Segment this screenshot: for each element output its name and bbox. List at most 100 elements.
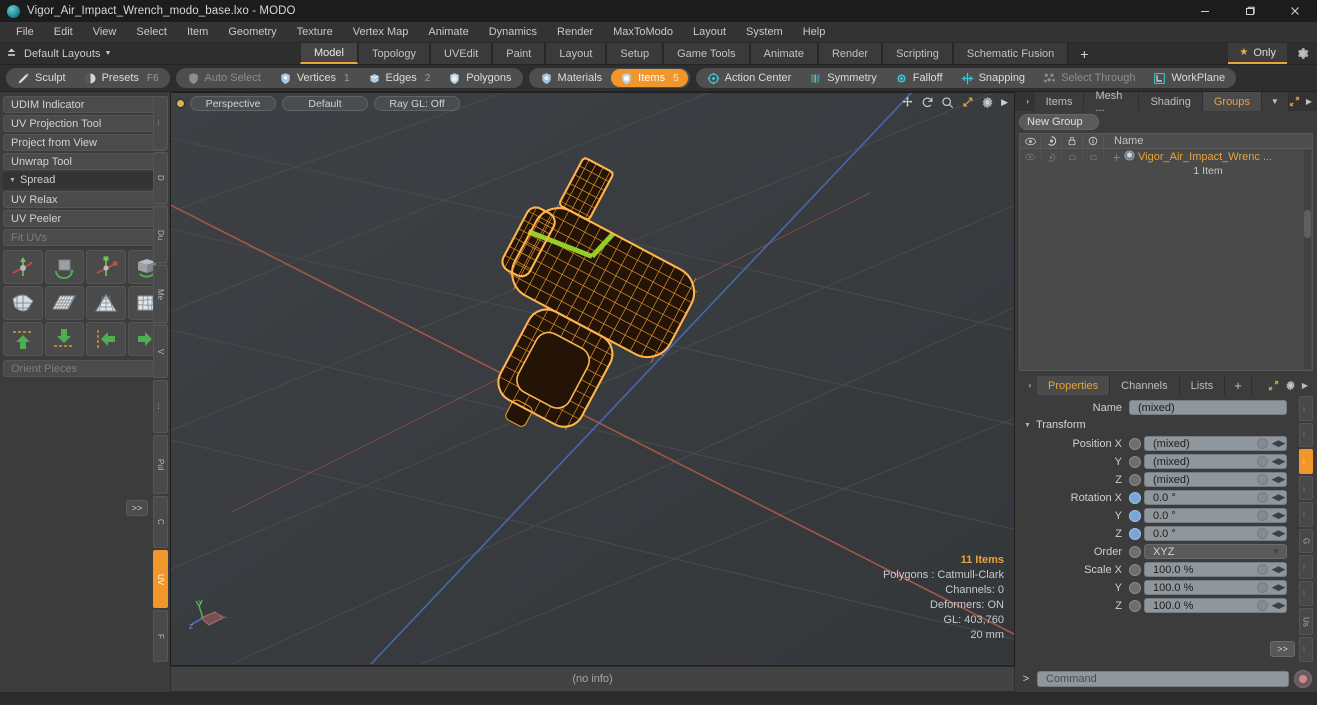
layout-tab-layout[interactable]: Layout: [545, 43, 607, 64]
layout-tab-game-tools[interactable]: Game Tools: [663, 43, 750, 64]
right-tab-shading[interactable]: Shading: [1139, 92, 1203, 111]
toolbar-button-select-through[interactable]: Select Through: [1034, 69, 1144, 87]
lock-icon[interactable]: [1062, 133, 1083, 149]
property-mini-knob[interactable]: [1257, 582, 1268, 593]
toolbar-button-auto-select[interactable]: Auto Select: [178, 69, 270, 87]
menu-item-select[interactable]: Select: [126, 22, 177, 43]
property-value-field[interactable]: 0.0 ° ◀▶: [1144, 490, 1287, 505]
menu-item-item[interactable]: Item: [177, 22, 218, 43]
menu-item-render[interactable]: Render: [547, 22, 603, 43]
viewport-raygl-toggle[interactable]: Ray GL: Off: [374, 95, 460, 111]
toolbar-button-symmetry[interactable]: Symmetry: [800, 69, 886, 87]
expand-plus-icon[interactable]: ＋: [1112, 151, 1121, 164]
viewport-active-indicator[interactable]: [177, 99, 184, 107]
property-mini-knob[interactable]: [1257, 510, 1268, 521]
left-vtab-more-5[interactable]: ...: [153, 379, 168, 434]
toolbar-button-action-center[interactable]: Action Center: [698, 69, 801, 87]
name-field[interactable]: (mixed): [1129, 400, 1287, 415]
item-list-scrollbar[interactable]: [1304, 150, 1311, 369]
property-value-field[interactable]: 100.0 % ◀▶: [1144, 580, 1287, 595]
close-icon[interactable]: [1272, 0, 1317, 22]
toolbar-button-snapping[interactable]: Snapping: [952, 69, 1035, 87]
property-stepper[interactable]: ◀▶: [1271, 472, 1286, 487]
viewport-3d[interactable]: Perspective Default Ray GL: Off ▶ 11 Ite…: [170, 92, 1015, 666]
properties-more-button[interactable]: >>: [1270, 641, 1295, 657]
uv-grid-icon[interactable]: [44, 286, 84, 320]
left-panel-uv-relax[interactable]: UV Relax: [3, 191, 167, 208]
right-vtab-us[interactable]: Us: [1299, 607, 1313, 636]
property-value-field[interactable]: (mixed) ◀▶: [1144, 472, 1287, 487]
left-vtab-pol[interactable]: Pol: [153, 435, 168, 494]
properties-tab-lists[interactable]: Lists: [1179, 376, 1226, 395]
left-vtab-c[interactable]: C: [153, 495, 168, 549]
right-vtab-more-3[interactable]: ...: [1299, 475, 1313, 501]
property-channel-knob[interactable]: [1129, 581, 1141, 594]
property-mini-knob[interactable]: [1257, 474, 1268, 485]
toolbar-button-presets[interactable]: Presets F6: [75, 69, 168, 87]
property-value-field[interactable]: 0.0 ° ◀▶: [1144, 508, 1287, 523]
menu-item-layout[interactable]: Layout: [683, 22, 736, 43]
command-input[interactable]: Command: [1037, 671, 1289, 687]
orient-pieces-button[interactable]: Orient Pieces: [3, 360, 167, 377]
eye-icon[interactable]: [1020, 133, 1041, 149]
minimize-icon[interactable]: [1182, 0, 1227, 22]
right-vtab-more-2[interactable]: ...: [1299, 449, 1313, 474]
rotate-icon[interactable]: [921, 96, 934, 109]
left-panel-uv-peeler[interactable]: UV Peeler: [3, 210, 167, 227]
property-mini-knob[interactable]: [1257, 528, 1268, 539]
property-stepper[interactable]: ◀▶: [1271, 598, 1286, 613]
right-tab-items[interactable]: Items: [1034, 92, 1085, 111]
uv-scale-icon[interactable]: [86, 250, 126, 284]
layout-tab-render[interactable]: Render: [817, 43, 883, 64]
layout-tab-setup[interactable]: Setup: [606, 43, 664, 64]
layout-tab-topology[interactable]: Topology: [357, 43, 431, 64]
properties-menu-icon[interactable]: ◗: [1023, 376, 1037, 395]
property-value-field[interactable]: 100.0 % ◀▶: [1144, 562, 1287, 577]
left-vtab-me[interactable]: Me: [153, 265, 168, 324]
only-toggle-button[interactable]: ★ Only: [1228, 43, 1287, 64]
viewport-settings-icon[interactable]: [981, 96, 994, 109]
left-vtab-d[interactable]: D: [153, 151, 168, 205]
toolbar-button-workplane[interactable]: WorkPlane: [1144, 69, 1234, 87]
menu-item-geometry[interactable]: Geometry: [218, 22, 286, 43]
uv-align-up-icon[interactable]: [3, 322, 43, 356]
menu-item-file[interactable]: File: [6, 22, 44, 43]
property-channel-knob[interactable]: [1129, 599, 1141, 612]
menu-item-help[interactable]: Help: [793, 22, 836, 43]
groups-tab-dropdown[interactable]: ▼: [1261, 92, 1289, 111]
toolbar-button-falloff[interactable]: Falloff: [886, 69, 952, 87]
toolbar-button-vertices[interactable]: Vertices 1: [270, 69, 359, 87]
layout-tab-scripting[interactable]: Scripting: [882, 43, 953, 64]
toolbar-button-items[interactable]: Items 5: [611, 69, 688, 87]
gear-icon[interactable]: [1287, 43, 1317, 64]
toolbar-button-edges[interactable]: Edges 2: [359, 69, 440, 87]
uv-rotate-icon[interactable]: [44, 250, 84, 284]
panel-menu-icon[interactable]: ◗: [1021, 92, 1035, 111]
right-vtab-g[interactable]: G: [1299, 528, 1313, 553]
layout-tab-animate[interactable]: Animate: [749, 43, 818, 64]
layout-tab-model[interactable]: Model: [300, 43, 358, 64]
property-channel-knob[interactable]: [1129, 473, 1141, 486]
group-row-name[interactable]: ＋ Vigor_Air_Impact_Wrenc ...: [1104, 150, 1272, 164]
zoom-icon[interactable]: [941, 96, 954, 109]
left-vtab-v[interactable]: V: [153, 325, 168, 378]
table-row[interactable]: ＋ Vigor_Air_Impact_Wrenc ...: [1020, 149, 1312, 165]
right-vtab-more-9[interactable]: ...: [1299, 637, 1313, 662]
property-stepper[interactable]: ◀▶: [1271, 580, 1286, 595]
expand-icon[interactable]: [1289, 96, 1300, 107]
property-stepper[interactable]: ◀▶: [1271, 490, 1286, 505]
menu-item-dynamics[interactable]: Dynamics: [479, 22, 547, 43]
toolbar-button-polygons[interactable]: Polygons: [439, 69, 520, 87]
properties-tab-properties[interactable]: Properties: [1037, 376, 1111, 395]
property-mini-knob[interactable]: [1257, 456, 1268, 467]
more-arrow-icon[interactable]: ▶: [1001, 97, 1008, 108]
left-panel-uv-projection-tool[interactable]: UV Projection Tool: [3, 115, 167, 132]
group-item-list[interactable]: Name ＋ Vigor_Air_Impact_Wrenc ... 1 Item: [1019, 133, 1313, 371]
render-icon[interactable]: [1041, 133, 1062, 149]
property-mini-knob[interactable]: [1257, 492, 1268, 503]
layout-tab-schematic-fusion[interactable]: Schematic Fusion: [952, 43, 1069, 64]
row-eye-toggle[interactable]: [1020, 149, 1041, 165]
menu-item-animate[interactable]: Animate: [418, 22, 478, 43]
right-vtab-more-0[interactable]: ...: [1299, 396, 1313, 421]
property-channel-knob[interactable]: [1129, 509, 1141, 522]
